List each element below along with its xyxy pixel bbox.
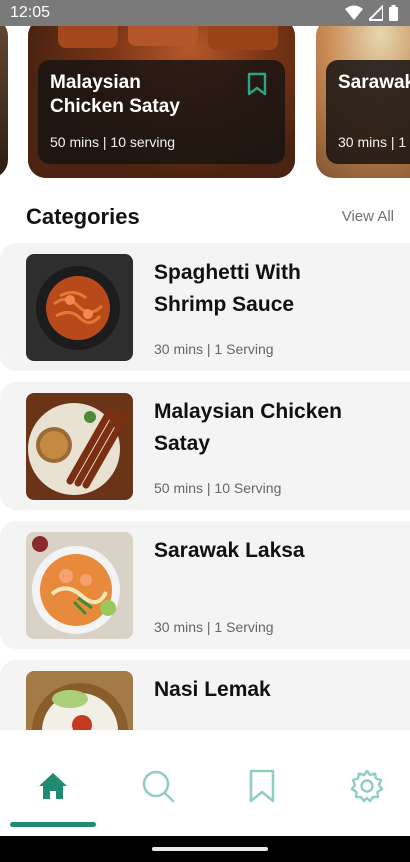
featured-photo [0, 26, 8, 178]
recipe-title: Sarawak Laksa [154, 539, 305, 562]
section-title: Categories [26, 204, 140, 229]
search-icon [142, 770, 175, 803]
gesture-bar [0, 836, 410, 862]
cellular-icon [369, 5, 383, 21]
status-time: 12:05 [10, 4, 51, 21]
nav-bookmarks[interactable] [242, 766, 282, 806]
recipe-thumbnail [26, 671, 133, 730]
gear-icon [350, 769, 384, 803]
featured-card-overlay: Sarawak Laksa 30 mins | 1 Serving [326, 60, 410, 164]
featured-card[interactable]: Sarawak Laksa 30 mins | 1 Serving [316, 26, 410, 178]
recipe-title: Spaghetti With Shrimp Sauce [154, 261, 301, 316]
wifi-icon [345, 5, 363, 20]
list-item[interactable]: Spaghetti With Shrimp Sauce 30 mins | 1 … [0, 243, 410, 371]
bookmark-icon [249, 769, 275, 803]
status-icons [345, 5, 398, 21]
recipe-meta: 50 mins | 10 Serving [154, 480, 282, 496]
recipe-thumbnail [26, 532, 133, 639]
featured-meta: 50 mins | 10 serving [50, 134, 176, 150]
recipe-title: Malaysian Chicken Satay [154, 400, 342, 455]
battery-icon [389, 5, 398, 21]
featured-card-partial[interactable] [0, 26, 8, 178]
nav-search[interactable] [138, 766, 178, 806]
recipe-thumbnail [26, 393, 133, 500]
bookmark-icon[interactable] [247, 72, 267, 96]
featured-carousel[interactable]: Malaysian Chicken Satay 50 mins | 10 ser… [0, 26, 410, 184]
featured-meta: 30 mins | 1 Serving [338, 134, 410, 150]
recipe-meta: 30 mins | 1 Serving [154, 619, 274, 635]
nav-home[interactable] [33, 766, 73, 806]
active-tab-indicator [10, 822, 96, 827]
list-item[interactable]: Malaysian Chicken Satay 50 mins | 10 Ser… [0, 382, 410, 510]
nav-settings[interactable] [347, 766, 387, 806]
featured-card[interactable]: Malaysian Chicken Satay 50 mins | 10 ser… [28, 26, 295, 178]
view-all-link[interactable]: View All [342, 208, 394, 225]
home-gesture-handle[interactable] [152, 847, 268, 851]
recipe-thumbnail [26, 254, 133, 361]
featured-card-overlay: Malaysian Chicken Satay 50 mins | 10 ser… [38, 60, 285, 164]
recipe-list[interactable]: Spaghetti With Shrimp Sauce 30 mins | 1 … [0, 243, 410, 730]
featured-title: Sarawak Laksa [338, 72, 410, 93]
list-item[interactable]: Sarawak Laksa 30 mins | 1 Serving [0, 521, 410, 649]
recipe-meta: 30 mins | 1 Serving [154, 341, 274, 357]
list-item[interactable]: Nasi Lemak [0, 660, 410, 730]
home-icon [39, 773, 67, 799]
bottom-nav [0, 730, 410, 836]
recipe-title: Nasi Lemak [154, 678, 271, 701]
featured-title: Malaysian Chicken Satay [50, 72, 180, 117]
status-bar: 12:05 [0, 0, 410, 26]
